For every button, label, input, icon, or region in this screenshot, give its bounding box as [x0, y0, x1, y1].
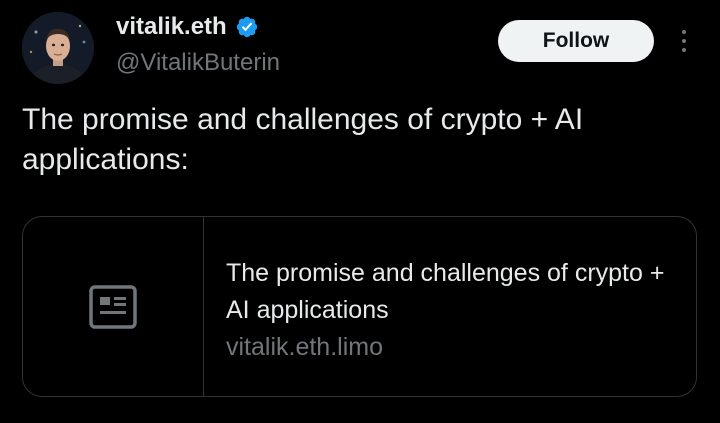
link-card-thumbnail: [23, 217, 204, 396]
verified-badge-icon[interactable]: [235, 15, 259, 39]
more-options-icon[interactable]: [672, 24, 696, 58]
link-card-body: The promise and challenges of crypto + A…: [204, 217, 696, 396]
more-dot: [682, 48, 686, 52]
avatar[interactable]: [22, 12, 94, 84]
more-dot: [682, 39, 686, 43]
tweet-text: The promise and challenges of crypto + A…: [22, 103, 584, 176]
link-card-title: The promise and challenges of crypto + A…: [226, 259, 665, 324]
author-handle[interactable]: @VitalikButerin: [116, 48, 280, 78]
more-dot: [682, 30, 686, 34]
link-card-domain: vitalik.eth.limo: [226, 333, 383, 361]
author-name-row: vitalik.eth: [116, 12, 259, 42]
follow-button[interactable]: Follow: [498, 20, 654, 62]
link-card[interactable]: The promise and challenges of crypto + A…: [22, 216, 697, 397]
article-icon: [89, 284, 137, 329]
profile-photo: [22, 12, 94, 84]
author-display-name[interactable]: vitalik.eth: [116, 12, 227, 42]
